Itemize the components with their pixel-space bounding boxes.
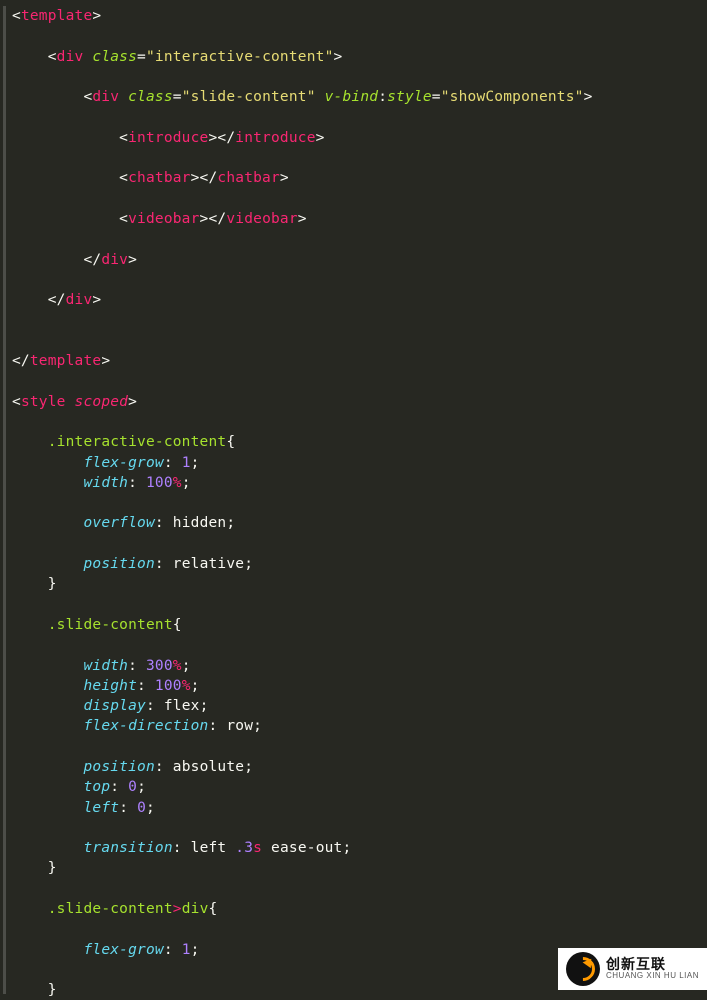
code-line: position: absolute; [12,757,705,777]
code-line: <div class="interactive-content"> [12,47,705,67]
code-line: transition: left .3s ease-out; [12,838,705,858]
code-line: display: flex; [12,696,705,716]
code-line [12,595,705,615]
code-line [12,107,705,127]
code-line: <template> [12,6,705,26]
code-line: flex-direction: row; [12,716,705,736]
code-line [12,148,705,168]
code-line [12,67,705,87]
code-line: } [12,858,705,878]
watermark-text-main: 创新互联 [606,957,699,972]
code-line: <style scoped> [12,392,705,412]
code-line [12,879,705,899]
code-line [12,493,705,513]
watermark-text-sub: CHUANG XIN HU LIAN [606,972,699,981]
watermark: 创新互联 CHUANG XIN HU LIAN [558,948,707,990]
code-line [12,534,705,554]
code-line: <chatbar></chatbar> [12,168,705,188]
code-line: flex-grow: 1; [12,453,705,473]
code-line [12,635,705,655]
code-line: width: 100%; [12,473,705,493]
code-line [12,371,705,391]
fold-guide [3,6,6,994]
code-line: height: 100%; [12,676,705,696]
code-line [12,737,705,757]
code-line [12,26,705,46]
code-line [12,331,705,351]
code-line: </div> [12,250,705,270]
code-line: .slide-content>div{ [12,899,705,919]
code-line: </div> [12,290,705,310]
code-line [12,310,705,330]
code-line: top: 0; [12,777,705,797]
code-line [12,919,705,939]
code-line: } [12,574,705,594]
code-line [12,412,705,432]
code-editor-content: <template> <div class="interactive-conte… [0,0,707,1000]
code-line: overflow: hidden; [12,513,705,533]
code-line: <videobar></videobar> [12,209,705,229]
code-line [12,270,705,290]
watermark-logo-icon [566,952,600,986]
code-line: .slide-content{ [12,615,705,635]
code-line: <introduce></introduce> [12,128,705,148]
code-line [12,818,705,838]
code-line: <div class="slide-content" v-bind:style=… [12,87,705,107]
code-line: width: 300%; [12,656,705,676]
code-line: .interactive-content{ [12,432,705,452]
code-line: </template> [12,351,705,371]
code-line [12,229,705,249]
code-line: left: 0; [12,798,705,818]
code-line [12,189,705,209]
code-line: position: relative; [12,554,705,574]
